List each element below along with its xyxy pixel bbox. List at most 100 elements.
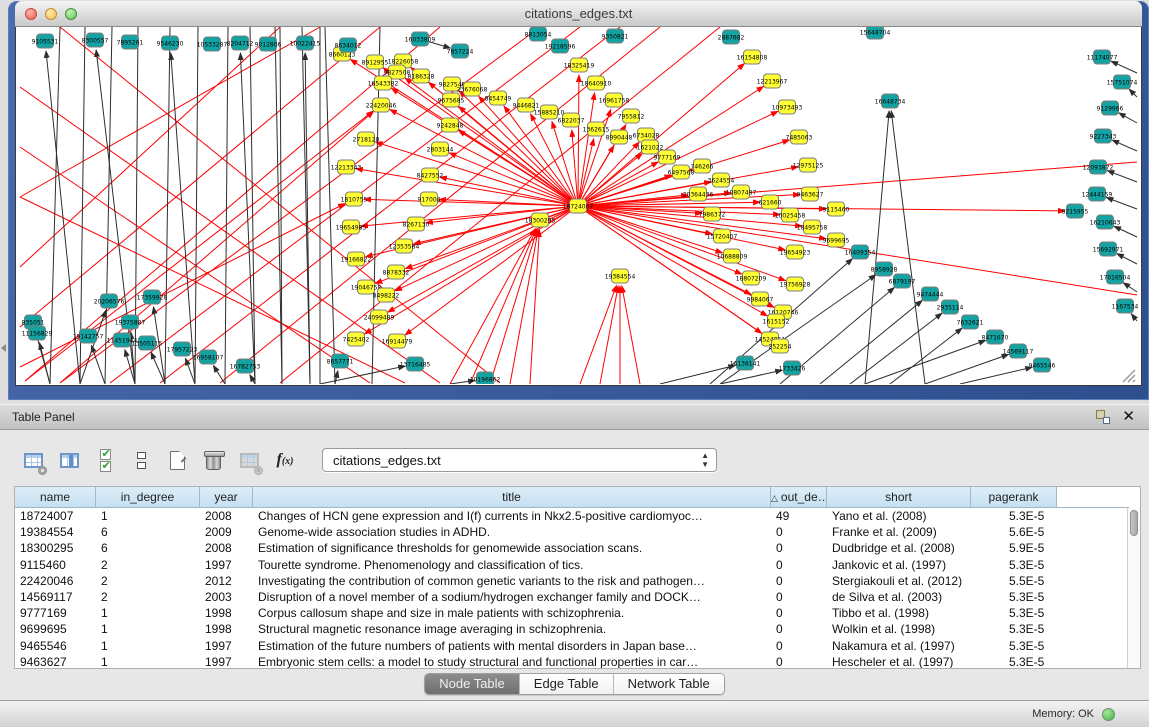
graph-node[interactable]: 12353584	[389, 239, 420, 253]
graph-node[interactable]: 8300557	[82, 33, 109, 47]
graph-node[interactable]: 16914479	[382, 334, 413, 348]
graph-node[interactable]: 10022415	[290, 36, 321, 50]
table-row[interactable]: 946362711997Embryonic stem cells: a mode…	[15, 654, 1140, 669]
graph-node[interactable]: 12444159	[1082, 187, 1113, 201]
graph-node[interactable]: 917004	[418, 192, 441, 206]
select-columns-button[interactable]	[92, 447, 118, 473]
graph-node[interactable]: 9105531	[32, 34, 59, 48]
scrollbar-thumb[interactable]	[1130, 510, 1138, 536]
graph-node[interactable]: 7632621	[957, 315, 984, 329]
close-panel-icon[interactable]: ✕	[1122, 410, 1135, 424]
graph-node[interactable]: 9227343	[1090, 129, 1117, 143]
tab-network-table[interactable]: Network Table	[614, 674, 724, 694]
column-header-title[interactable]: title	[253, 487, 771, 508]
graph-node[interactable]: 22420046	[366, 98, 397, 112]
graph-node[interactable]: 12093872	[1083, 160, 1114, 174]
graph-node[interactable]: 9465546	[1029, 358, 1056, 372]
graph-node[interactable]: 16961758	[599, 93, 630, 107]
vertical-scrollbar[interactable]	[1127, 508, 1140, 668]
graph-node[interactable]: 17359928	[137, 290, 168, 304]
graph-node[interactable]: 16033809	[405, 32, 436, 46]
network-canvas[interactable]: 1872400786601238912955182260589827508165…	[15, 27, 1142, 386]
graph-node[interactable]: 10688809	[717, 249, 748, 263]
graph-node[interactable]: 9699695	[823, 233, 850, 247]
graph-node[interactable]: 16154808	[737, 50, 768, 64]
close-window-icon[interactable]	[25, 8, 37, 20]
column-header-pagerank[interactable]: pagerank	[971, 487, 1057, 508]
network-window-titlebar[interactable]: citations_edges.txt	[15, 1, 1142, 27]
graph-node[interactable]: 7425402	[343, 332, 370, 346]
graph-node[interactable]: 621660	[759, 195, 782, 209]
graph-node[interactable]: 15692971	[1093, 242, 1124, 256]
table-row[interactable]: 946554611997Estimation of the future num…	[15, 638, 1140, 654]
graph-node[interactable]: 8267130	[403, 217, 430, 231]
splitter-collapse-icon[interactable]	[1, 344, 6, 352]
graph-node[interactable]: 18325419	[564, 58, 595, 72]
graph-node[interactable]: 9474444	[917, 287, 944, 301]
zoom-window-icon[interactable]	[65, 8, 77, 20]
graph-node[interactable]: 8204712	[227, 36, 254, 50]
graph-node[interactable]: 15751074	[1107, 75, 1138, 89]
graph-node[interactable]: 10533287	[197, 37, 228, 51]
minimize-window-icon[interactable]	[45, 8, 57, 20]
table-selector-dropdown[interactable]: citations_edges.txt ▲▼	[322, 448, 717, 472]
tab-node-table[interactable]: Node Table	[425, 674, 520, 694]
graph-node[interactable]: 19654985	[336, 220, 367, 234]
graph-node[interactable]: 8215955	[1062, 204, 1089, 218]
graph-node[interactable]: 9115460	[823, 202, 850, 216]
graph-node[interactable]: 16958107	[193, 350, 224, 364]
graph-node[interactable]: 19756928	[780, 277, 811, 291]
citation-network-graph[interactable]: 1872400786601238912955182260589827508165…	[16, 27, 1141, 384]
function-builder-button[interactable]: f(x)	[272, 447, 298, 473]
graph-node[interactable]: 2718120	[353, 132, 380, 146]
graph-node[interactable]: 19218596	[545, 39, 576, 53]
graph-node[interactable]: 8912955	[362, 55, 389, 69]
table-row[interactable]: 969969511998Structural magnetic resonanc…	[15, 621, 1140, 637]
graph-node[interactable]: 8878332	[383, 265, 410, 279]
column-header-name[interactable]: name	[15, 487, 96, 508]
table-row[interactable]: 1872400712008Changes of HCN gene express…	[15, 508, 1140, 524]
column-header-year[interactable]: year	[200, 487, 253, 508]
graph-node[interactable]: 9012806	[255, 37, 282, 51]
float-panel-icon[interactable]	[1096, 410, 1110, 424]
graph-node[interactable]: 1167534	[1112, 299, 1139, 313]
row-options-button[interactable]	[128, 447, 154, 473]
table-settings-button[interactable]	[20, 447, 46, 473]
graph-node[interactable]: 9350821	[602, 29, 629, 43]
table-row[interactable]: 977716911998Corpus callosum shape and si…	[15, 605, 1140, 621]
graph-node[interactable]: 1733426	[779, 361, 806, 375]
graph-node[interactable]: 8990448	[606, 130, 633, 144]
graph-node[interactable]: 3624554	[708, 173, 735, 187]
column-header-short[interactable]: short	[827, 487, 971, 508]
show-column-button[interactable]	[56, 447, 82, 473]
tab-edge-table[interactable]: Edge Table	[520, 674, 614, 694]
graph-node[interactable]: 12213343	[331, 160, 362, 174]
delete-table-button[interactable]	[200, 447, 226, 473]
graph-node[interactable]: 19654923	[780, 245, 811, 259]
resize-grip-icon[interactable]	[1123, 370, 1135, 382]
graph-node[interactable]: 7955812	[618, 109, 645, 123]
node-attribute-table[interactable]: namein_degreeyeartitle△out_de…shortpager…	[14, 486, 1141, 669]
graph-node[interactable]: 14136141	[730, 356, 761, 370]
graph-node[interactable]: 16648734	[875, 94, 906, 108]
graph-node[interactable]: 12213967	[757, 74, 788, 88]
table-row[interactable]: 1830029562008Estimation of significance …	[15, 540, 1140, 556]
graph-node[interactable]: 15648704	[860, 27, 891, 39]
table-row[interactable]: 1456911722003Disruption of a novel membe…	[15, 589, 1140, 605]
graph-node[interactable]: 20206576	[94, 294, 125, 308]
graph-node[interactable]: 8454749	[485, 91, 512, 105]
memory-status-indicator[interactable]	[1102, 708, 1115, 721]
graph-node[interactable]: 18495758	[797, 220, 828, 234]
graph-node[interactable]: 17016504	[1100, 270, 1131, 284]
graph-node[interactable]: 252254	[769, 339, 792, 353]
graph-node[interactable]: 8186328	[408, 69, 435, 83]
table-row[interactable]: 2242004622012Investigating the contribut…	[15, 573, 1140, 589]
column-header-outde[interactable]: △out_de…	[771, 487, 827, 508]
graph-node[interactable]: 8471670	[982, 330, 1009, 344]
graph-node[interactable]: 2935114	[937, 300, 964, 314]
graph-node[interactable]: 10025458	[775, 208, 806, 222]
graph-node[interactable]: 2803144	[427, 142, 454, 156]
graph-node[interactable]: 19384554	[605, 269, 636, 283]
graph-node[interactable]: 7857224	[447, 44, 474, 58]
graph-node[interactable]: 8813054	[525, 27, 552, 41]
